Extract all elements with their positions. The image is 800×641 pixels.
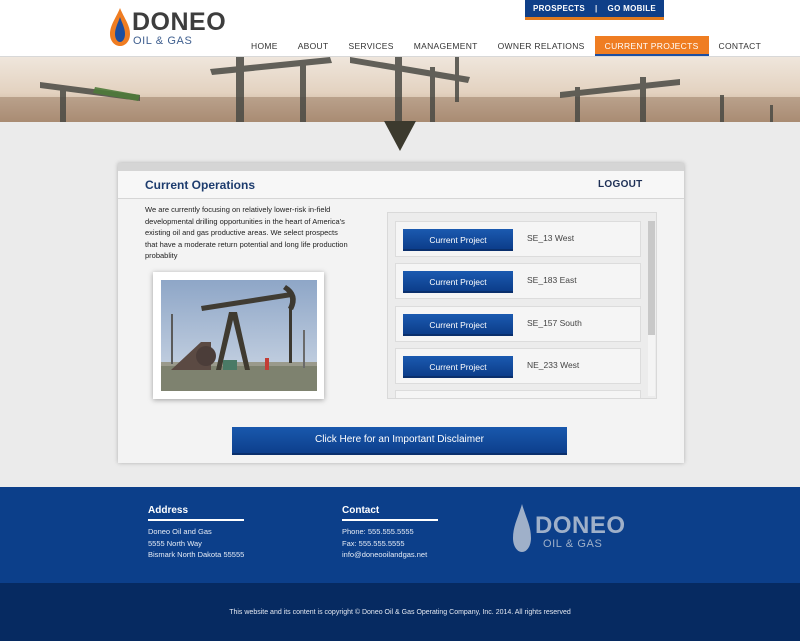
footer-logo: DONEO OIL & GAS [513, 504, 643, 554]
main-nav: HOME ABOUT SERVICES MANAGEMENT OWNER REL… [241, 36, 771, 56]
address-line: 5555 North Way [148, 538, 202, 548]
current-project-button[interactable] [403, 398, 513, 399]
disclaimer-button[interactable]: Click Here for an Important Disclaimer [232, 427, 567, 455]
phone-text: Phone: 555.555.5555 [342, 527, 414, 536]
prospects-link[interactable]: PROSPECTS [533, 4, 585, 13]
list-item: Current Project SE_13 West [395, 221, 641, 257]
address-heading: Address [148, 505, 244, 521]
panel-header: Current Operations LOGOUT [118, 171, 684, 199]
logout-link[interactable]: LOGOUT [598, 179, 643, 190]
site-footer: Address Doneo Oil and Gas 5555 North Way… [0, 487, 800, 583]
current-project-button[interactable]: Current Project [403, 271, 513, 293]
list-item: Current Project NE_233 West [395, 348, 641, 384]
current-operations-panel: Current Operations LOGOUT We are current… [118, 163, 684, 463]
scrollbar-thumb[interactable] [648, 221, 655, 335]
current-project-button[interactable]: Current Project [403, 229, 513, 251]
copyright-text: This website and its content is copyrigh… [229, 609, 571, 616]
fax-text: Fax: 555.555.5555 [342, 538, 405, 548]
intro-text: We are currently focusing on relatively … [145, 205, 348, 260]
top-links-bar: PROSPECTS | GO MOBILE [525, 0, 664, 20]
brand-name: DONEO [132, 8, 227, 36]
nav-item-contact[interactable]: CONTACT [709, 36, 772, 56]
projects-list[interactable]: Current Project SE_13 West Current Proje… [387, 212, 657, 399]
list-item: Current Project SE_183 East [395, 263, 641, 299]
footer-brand-name: DONEO [535, 512, 626, 539]
copyright-bar: This website and its content is copyrigh… [0, 583, 800, 641]
hero-notch [384, 121, 416, 151]
page-title: Current Operations [145, 178, 256, 192]
flame-drop-icon [110, 8, 130, 46]
footer-address: Address Doneo Oil and Gas 5555 North Way… [148, 505, 244, 561]
brand-tagline: OIL & GAS [133, 35, 193, 47]
hero-banner-image [0, 57, 800, 122]
project-code: SE_13 West [527, 233, 575, 243]
project-code: SE_157 South [527, 318, 582, 328]
oil-well-photo [153, 272, 324, 399]
brand-logo[interactable]: DONEO OIL & GAS [110, 8, 226, 48]
site-header: DONEO OIL & GAS PROSPECTS | GO MOBILE HO… [0, 0, 800, 57]
current-project-button[interactable]: Current Project [403, 356, 513, 378]
project-code: NE_233 West [527, 360, 580, 370]
email-link[interactable]: info@doneooilandgas.net [342, 549, 438, 561]
top-links-separator: | [595, 4, 598, 13]
current-project-button[interactable]: Current Project [403, 314, 513, 336]
address-line: Doneo Oil and Gas [148, 527, 212, 536]
address-line: Bismark North Dakota 55555 [148, 550, 245, 559]
contact-heading: Contact [342, 505, 438, 521]
footer-contact: Contact Phone: 555.555.5555 Fax: 555.555… [342, 505, 438, 561]
nav-item-current-projects[interactable]: CURRENT PROJECTS [594, 36, 709, 56]
footer-brand-tagline: OIL & GAS [543, 538, 603, 550]
nav-item-management[interactable]: MANAGEMENT [404, 36, 488, 56]
flame-drop-icon [513, 504, 531, 552]
list-item: Current Project SE_157 South [395, 306, 641, 342]
nav-item-home[interactable]: HOME [241, 36, 288, 56]
nav-item-owner-relations[interactable]: OWNER RELATIONS [488, 36, 595, 56]
go-mobile-link[interactable]: GO MOBILE [608, 4, 656, 13]
list-item [395, 390, 641, 399]
nav-item-services[interactable]: SERVICES [338, 36, 403, 56]
nav-item-about[interactable]: ABOUT [288, 36, 339, 56]
oil-well-image [161, 280, 317, 391]
project-code: SE_183 East [527, 275, 577, 285]
